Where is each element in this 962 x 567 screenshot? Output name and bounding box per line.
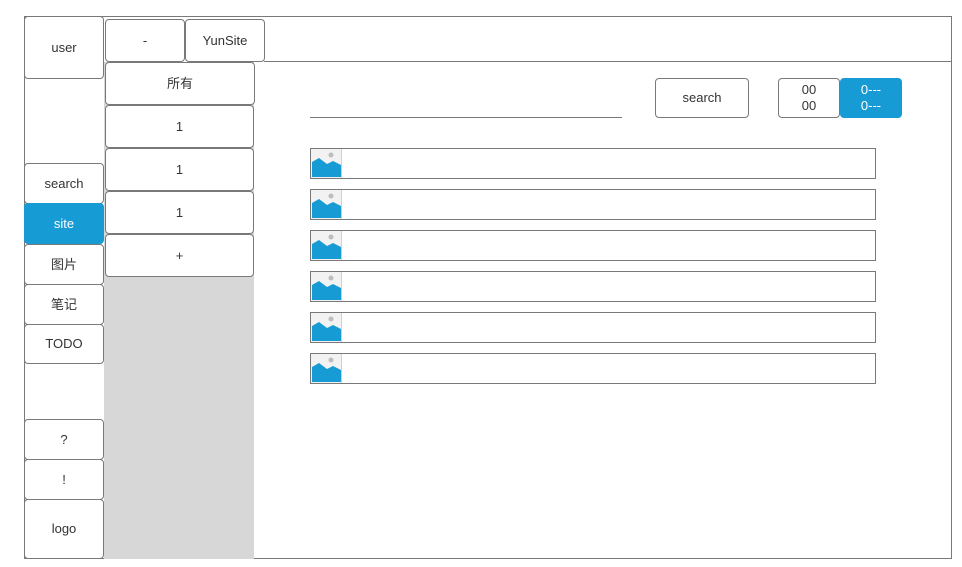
- collapse-button[interactable]: -: [105, 19, 185, 62]
- category-item[interactable]: 1: [105, 191, 254, 234]
- counter-active-line-1: 0---: [860, 82, 882, 97]
- image-placeholder-icon: [311, 149, 342, 178]
- image-placeholder-icon: [311, 190, 342, 219]
- user-button[interactable]: user: [24, 16, 104, 79]
- help-button[interactable]: ?: [24, 419, 104, 460]
- search-button[interactable]: search: [655, 78, 749, 118]
- counter-line-1: 00: [801, 82, 817, 97]
- result-row[interactable]: [310, 148, 876, 179]
- sidebar-item-site[interactable]: site: [24, 203, 104, 244]
- category-item[interactable]: 1: [105, 148, 254, 191]
- sidebar-item-todo[interactable]: TODO: [24, 324, 104, 364]
- sidebar-item-search[interactable]: search: [24, 163, 104, 204]
- header-divider: [264, 61, 952, 62]
- result-row[interactable]: [310, 271, 876, 302]
- site-title-tab[interactable]: YunSite: [185, 19, 265, 62]
- image-placeholder-icon: [311, 313, 342, 342]
- alert-button[interactable]: !: [24, 459, 104, 500]
- image-placeholder-icon: [311, 231, 342, 260]
- sidebar-item-images[interactable]: 图片: [24, 244, 104, 285]
- category-all[interactable]: 所有: [105, 62, 255, 105]
- sidebar-item-notes[interactable]: 笔记: [24, 284, 104, 325]
- counter-line-2: 00: [801, 98, 817, 113]
- counter-box-active[interactable]: 0--- 0---: [840, 78, 902, 118]
- counter-box[interactable]: 00 00: [778, 78, 840, 118]
- image-placeholder-icon: [311, 354, 342, 383]
- result-row[interactable]: [310, 189, 876, 220]
- result-row[interactable]: [310, 230, 876, 261]
- result-row[interactable]: [310, 353, 876, 384]
- search-input[interactable]: [310, 96, 622, 118]
- add-category-button[interactable]: +: [105, 234, 254, 277]
- counter-active-line-2: 0---: [860, 98, 882, 113]
- result-row[interactable]: [310, 312, 876, 343]
- category-item[interactable]: 1: [105, 105, 254, 148]
- image-placeholder-icon: [311, 272, 342, 301]
- logo: logo: [24, 499, 104, 559]
